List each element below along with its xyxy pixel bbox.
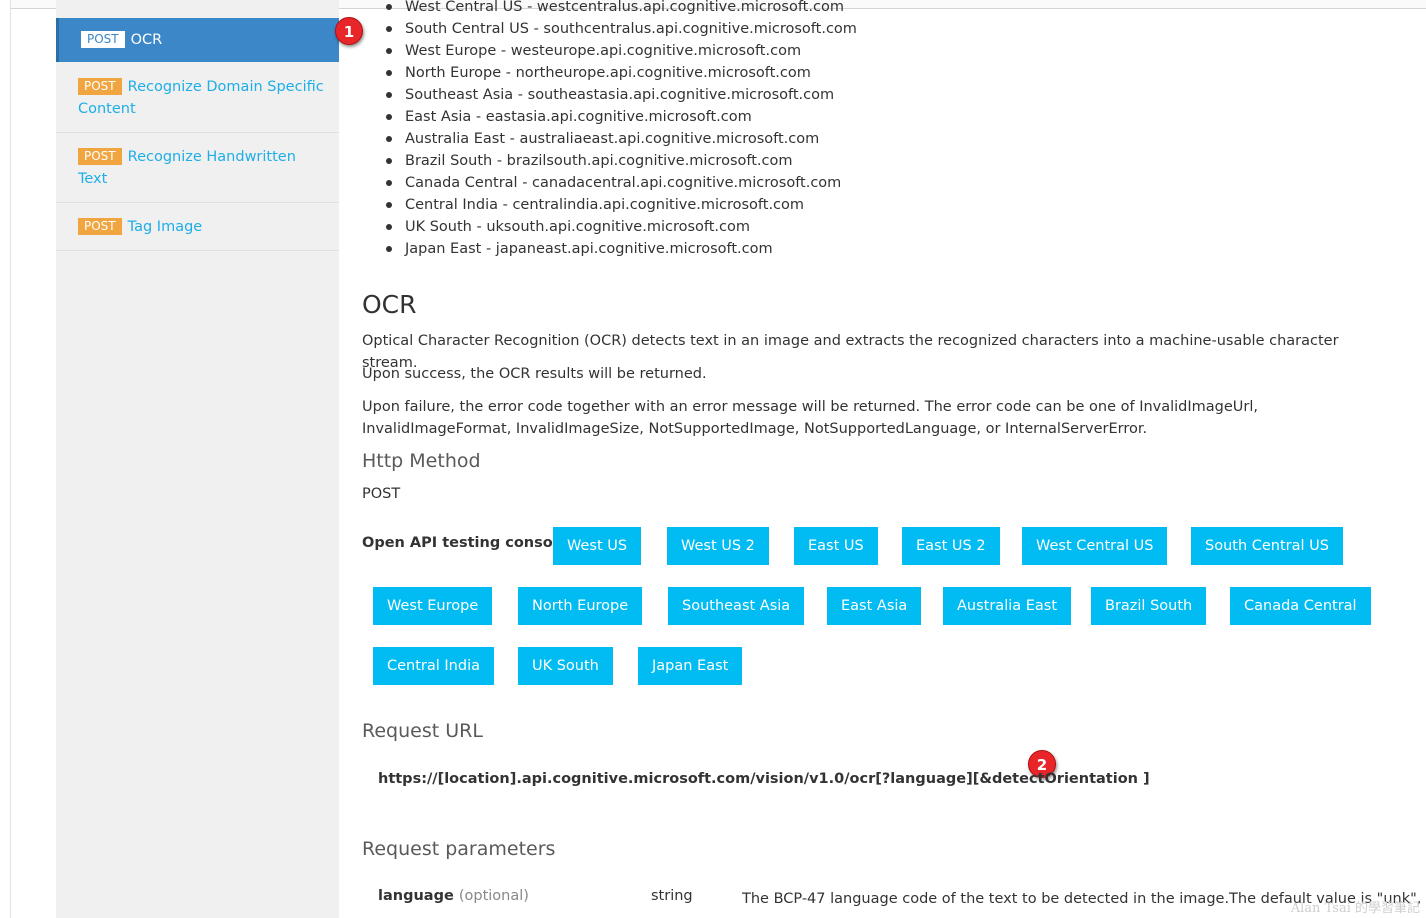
list-item: UK South - uksouth.api.cognitive.microso… [384, 216, 857, 238]
list-item: Central India - centralindia.api.cogniti… [384, 194, 857, 216]
console-button-west-us[interactable]: West US [553, 527, 642, 565]
console-button-south-central-us[interactable]: South Central US [1191, 527, 1343, 565]
sidebar-item-ocr[interactable]: POST OCR [56, 18, 339, 62]
console-button-east-us[interactable]: East US [794, 527, 878, 565]
sidebar-item-tag-image[interactable]: POST Tag Image [56, 216, 339, 251]
region-endpoint-list: West Central US - westcentralus.api.cogn… [384, 0, 857, 260]
console-button-west-central-us[interactable]: West Central US [1022, 527, 1168, 565]
api-operations-sidebar: POST OCR POST Recognize Domain Specific Co… [56, 0, 339, 918]
operation-title: OCR [362, 290, 417, 319]
post-method-badge: POST [78, 148, 122, 165]
list-item: South Central US - southcentralus.api.co… [384, 18, 857, 40]
watermark-text: Alan Tsai 的學習筆記 [1290, 901, 1420, 916]
api-console-label: Open API testing console [362, 535, 568, 551]
param-language-type: string [651, 888, 693, 904]
left-gutter [0, 0, 11, 918]
sidebar-item-label: OCR [130, 32, 163, 48]
list-item: West Central US - westcentralus.api.cogn… [384, 0, 857, 18]
console-button-east-asia[interactable]: East Asia [827, 587, 922, 625]
list-item: Canada Central - canadacentral.api.cogni… [384, 172, 857, 194]
list-item: Japan East - japaneast.api.cognitive.mic… [384, 238, 857, 260]
request-parameters-heading: Request parameters [362, 838, 556, 860]
list-item: East Asia - eastasia.api.cognitive.micro… [384, 106, 857, 128]
http-method-heading: Http Method [362, 450, 481, 472]
console-button-japan-east[interactable]: Japan East [638, 647, 743, 685]
request-url-value: https://[location].api.cognitive.microso… [378, 771, 1150, 787]
sidebar-item-recognize-handwritten-text[interactable]: POST Recognize Handwritten Text [56, 146, 339, 203]
console-button-brazil-south[interactable]: Brazil South [1091, 587, 1207, 625]
post-method-badge: POST [78, 218, 122, 235]
request-url-heading: Request URL [362, 720, 483, 742]
list-item: West Europe - westeurope.api.cognitive.m… [384, 40, 857, 62]
console-button-north-europe[interactable]: North Europe [518, 587, 643, 625]
list-item: North Europe - northeurope.api.cognitive… [384, 62, 857, 84]
console-button-central-india[interactable]: Central India [373, 647, 494, 685]
list-item: Australia East - australiaeast.api.cogni… [384, 128, 857, 150]
console-button-east-us-2[interactable]: East US 2 [902, 527, 1000, 565]
post-method-badge: POST [81, 31, 125, 48]
param-optional-tag: (optional) [458, 888, 529, 904]
post-method-badge: POST [78, 78, 122, 95]
sidebar-item-label: Tag Image [127, 219, 203, 235]
param-name-text: language [378, 888, 454, 904]
console-button-uk-south[interactable]: UK South [518, 647, 613, 685]
console-button-west-us-2[interactable]: West US 2 [667, 527, 769, 565]
http-method-value: POST [362, 486, 401, 502]
failure-description: Upon failure, the error code together wi… [362, 399, 1259, 437]
sidebar-item-recognize-domain-specific-content[interactable]: POST Recognize Domain Specific Content [56, 76, 339, 133]
list-item: Southeast Asia - southeastasia.api.cogni… [384, 84, 857, 106]
list-item: Brazil South - brazilsouth.api.cognitive… [384, 150, 857, 172]
console-button-southeast-asia[interactable]: Southeast Asia [668, 587, 805, 625]
console-button-australia-east[interactable]: Australia East [943, 587, 1072, 625]
console-button-canada-central[interactable]: Canada Central [1230, 587, 1371, 625]
param-language-name: language (optional) [378, 888, 529, 904]
success-description: Upon success, the OCR results will be re… [362, 366, 707, 382]
callout-marker-1: 1 [335, 17, 363, 45]
console-button-west-europe[interactable]: West Europe [373, 587, 493, 625]
